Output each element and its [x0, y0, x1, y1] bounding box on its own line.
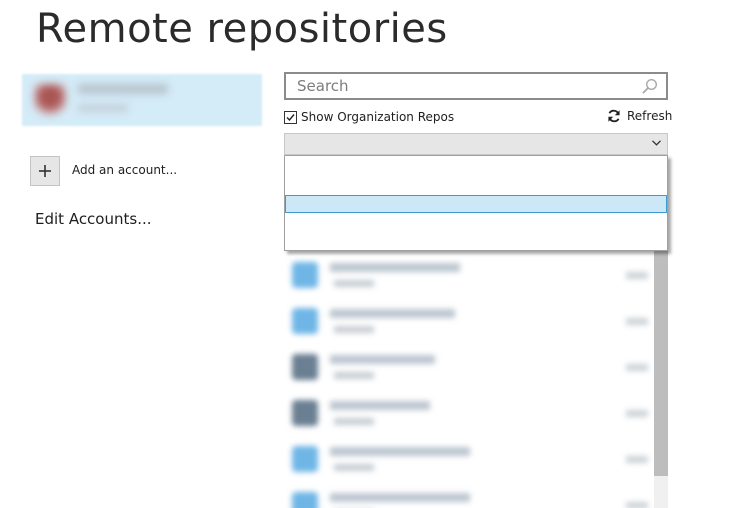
owner-select-popup[interactable] [284, 155, 668, 251]
add-account-button[interactable] [30, 156, 60, 186]
list-item[interactable] [284, 392, 654, 436]
owner-option-highlighted[interactable] [285, 195, 667, 213]
repo-icon [292, 262, 318, 288]
refresh-icon [608, 109, 620, 123]
show-org-repos-row[interactable]: Show Organization Repos [284, 109, 454, 125]
search-input[interactable] [286, 74, 637, 98]
list-scrollbar[interactable] [654, 250, 668, 508]
search-box[interactable] [284, 72, 668, 100]
account-card[interactable] [22, 74, 262, 126]
account-host-redacted [78, 104, 128, 112]
repo-icon [292, 446, 318, 472]
search-icon[interactable] [642, 78, 658, 94]
repo-icon [292, 492, 318, 508]
owner-option[interactable] [285, 224, 667, 242]
repo-icon [292, 354, 318, 380]
checkmark-icon [286, 113, 295, 121]
owner-option[interactable] [285, 166, 667, 184]
page-title: Remote repositories [36, 6, 448, 52]
chevron-down-icon[interactable] [652, 140, 661, 146]
refresh-button[interactable]: Refresh [607, 109, 672, 123]
account-name-redacted [78, 84, 168, 94]
refresh-label[interactable]: Refresh [627, 109, 672, 123]
list-item[interactable] [284, 346, 654, 390]
edit-accounts-link[interactable]: Edit Accounts... [35, 210, 152, 228]
show-org-repos-checkbox[interactable] [284, 110, 297, 124]
repo-icon [292, 400, 318, 426]
list-scrollbar-thumb[interactable] [654, 250, 668, 476]
list-item[interactable] [284, 484, 654, 508]
repo-icon [292, 308, 318, 334]
show-org-repos-label[interactable]: Show Organization Repos [301, 110, 454, 124]
account-avatar [34, 84, 66, 116]
list-item[interactable] [284, 254, 654, 298]
owner-select[interactable] [284, 133, 668, 155]
plus-icon [39, 165, 51, 177]
repository-list[interactable] [284, 250, 668, 508]
list-item[interactable] [284, 300, 654, 344]
list-item[interactable] [284, 438, 654, 482]
add-account-label[interactable]: Add an account... [72, 163, 177, 177]
